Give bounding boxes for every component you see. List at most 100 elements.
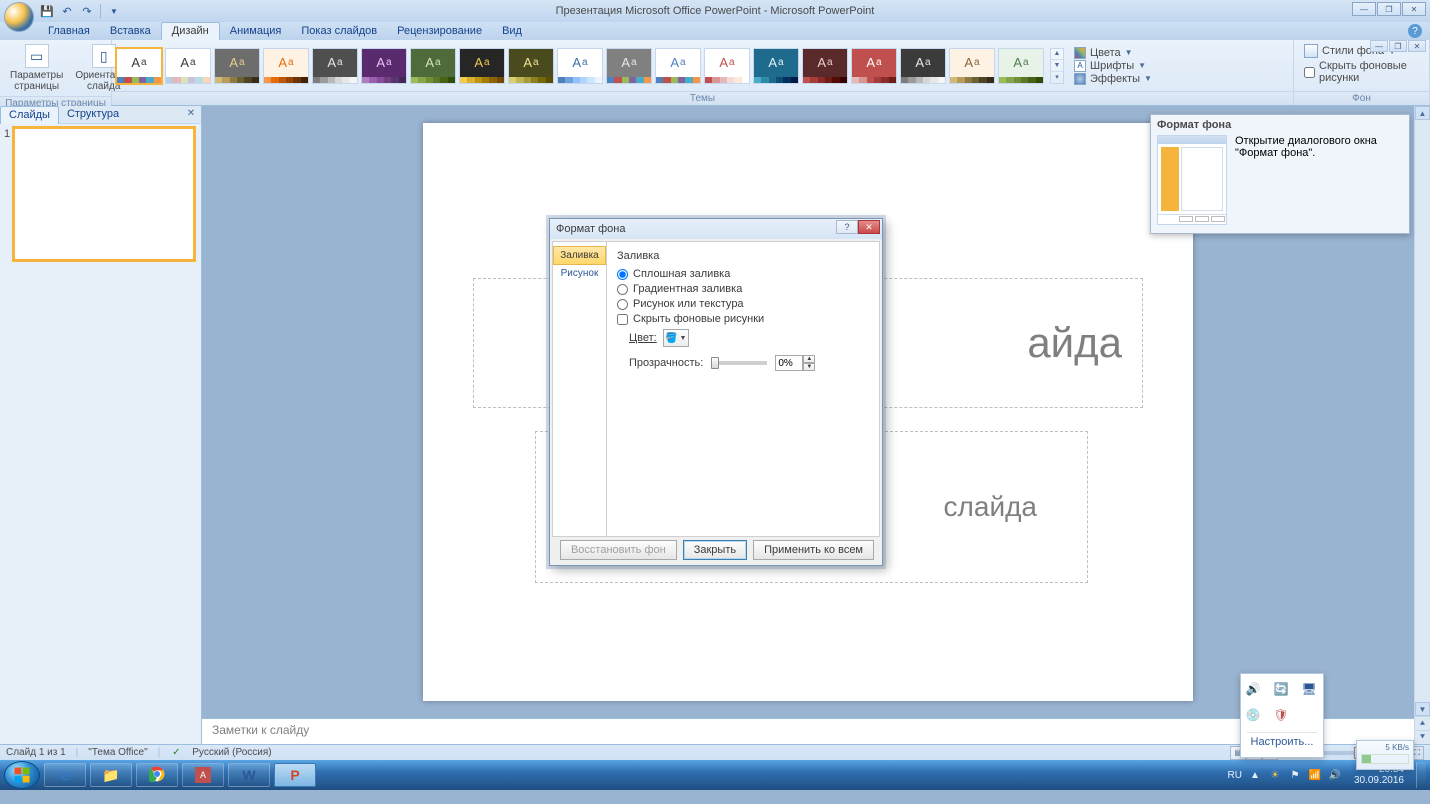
taskbar-ie[interactable]: ｅ [44, 763, 86, 787]
theme-swatch[interactable]: Aa [753, 48, 799, 84]
tray-disc-icon[interactable]: 💿 [1244, 706, 1262, 724]
start-button[interactable] [4, 761, 40, 789]
taskbar-powerpoint[interactable]: P [274, 763, 316, 787]
themes-scroll-buttons[interactable]: ▲ ▼ ▾ [1050, 48, 1064, 84]
next-slide-icon[interactable]: ⯆ [1415, 730, 1430, 744]
theme-swatch[interactable]: Aa [508, 48, 554, 84]
language-indicator[interactable]: RU [1227, 770, 1241, 781]
chk-hide[interactable] [617, 314, 628, 325]
colors-button[interactable]: Цвета ▼ [1074, 47, 1152, 59]
transparency-slider[interactable] [711, 361, 767, 365]
theme-swatch[interactable]: Aa [361, 48, 407, 84]
theme-swatch[interactable]: Aa [851, 48, 897, 84]
tab-animation[interactable]: Анимация [220, 23, 292, 40]
theme-swatch[interactable]: Aa [312, 48, 358, 84]
doc-minimize-button[interactable]: — [1370, 40, 1388, 52]
tray-vol-icon[interactable]: 🔊 [1328, 768, 1342, 782]
vertical-scrollbar[interactable]: ▲ ▼ ⯅ ⯆ [1414, 106, 1430, 744]
theme-swatch[interactable]: Aa [606, 48, 652, 84]
office-button[interactable] [4, 2, 34, 32]
theme-swatch[interactable]: Aa [116, 48, 162, 84]
tab-design[interactable]: Дизайн [161, 22, 220, 40]
taskbar-explorer[interactable]: 📁 [90, 763, 132, 787]
tray-shield-icon[interactable]: 🛡 [1272, 706, 1290, 724]
theme-swatch[interactable]: Aa [410, 48, 456, 84]
transparency-input[interactable] [775, 355, 803, 371]
spin-down-icon[interactable]: ▼ [803, 363, 815, 371]
tab-review[interactable]: Рецензирование [387, 23, 492, 40]
taskbar-chrome[interactable] [136, 763, 178, 787]
doc-close-button[interactable]: ✕ [1408, 40, 1426, 52]
radio-gradient-fill[interactable]: Градиентная заливка [617, 283, 869, 295]
spin-up-icon[interactable]: ▲ [803, 355, 815, 363]
scroll-down-icon[interactable]: ▼ [1415, 702, 1430, 716]
scroll-track[interactable] [1415, 120, 1430, 702]
spellcheck-icon[interactable]: ✓ [170, 747, 182, 759]
tab-home[interactable]: Главная [38, 23, 100, 40]
theme-swatch[interactable]: Aa [214, 48, 260, 84]
status-language[interactable]: Русский (Россия) [192, 747, 271, 758]
radio-picture-fill[interactable]: Рисунок или текстура [617, 298, 869, 310]
themes-scroll-down-icon[interactable]: ▼ [1051, 60, 1063, 72]
redo-icon[interactable]: ↷ [80, 4, 94, 18]
dialog-close-button[interactable]: ✕ [858, 220, 880, 234]
theme-swatch[interactable]: Aa [949, 48, 995, 84]
tray-sync-icon[interactable]: 🔄 [1272, 680, 1290, 698]
apply-all-button[interactable]: Применить ко всем [753, 540, 874, 560]
radio-solid-fill[interactable]: Сплошная заливка [617, 268, 869, 280]
prev-slide-icon[interactable]: ⯅ [1415, 716, 1430, 730]
hide-bg-check[interactable] [1304, 67, 1315, 78]
tray-sound-icon[interactable]: 🔊 [1244, 680, 1262, 698]
tray-sun-icon[interactable]: ☀ [1268, 768, 1282, 782]
checkbox-hide-bg[interactable]: Скрыть фоновые рисунки [617, 313, 869, 325]
panel-close-icon[interactable]: ✕ [185, 108, 197, 119]
taskbar-word[interactable]: W [228, 763, 270, 787]
tray-action-icon[interactable]: ⚑ [1288, 768, 1302, 782]
tab-view[interactable]: Вид [492, 23, 532, 40]
theme-swatch[interactable]: Aa [263, 48, 309, 84]
dialog-titlebar[interactable]: Формат фона ? ✕ [550, 219, 882, 239]
theme-swatch[interactable]: Aa [557, 48, 603, 84]
notes-pane[interactable]: Заметки к слайду [202, 718, 1414, 744]
slider-knob[interactable] [711, 357, 719, 369]
restore-button[interactable]: ❐ [1377, 2, 1401, 16]
tray-customize-link[interactable]: Настроить... [1247, 732, 1317, 751]
reset-bg-button[interactable]: Восстановить фон [560, 540, 677, 560]
category-picture[interactable]: Рисунок [553, 265, 606, 282]
save-icon[interactable]: 💾 [40, 4, 54, 18]
themes-more-icon[interactable]: ▾ [1051, 72, 1063, 83]
radio-picture[interactable] [617, 299, 628, 310]
show-desktop-button[interactable] [1416, 762, 1426, 788]
page-setup-button[interactable]: ▭ Параметры страницы [4, 42, 69, 94]
tray-device-icon[interactable]: 🖥 [1300, 680, 1318, 698]
slides-tab[interactable]: Слайды [0, 106, 59, 124]
theme-swatch[interactable]: Aa [165, 48, 211, 84]
taskbar-pdf[interactable]: A [182, 763, 224, 787]
fonts-button[interactable]: A Шрифты ▼ [1074, 60, 1152, 72]
radio-gradient[interactable] [617, 284, 628, 295]
tab-slideshow[interactable]: Показ слайдов [291, 23, 387, 40]
tray-net-icon[interactable]: 📶 [1308, 768, 1322, 782]
category-fill[interactable]: Заливка [553, 246, 606, 265]
themes-gallery[interactable]: AaAaAaAaAaAaAaAaAaAaAaAaAaAaAaAaAaAaAa [116, 48, 1044, 84]
radio-solid[interactable] [617, 269, 628, 280]
doc-restore-button[interactable]: ❐ [1389, 40, 1407, 52]
qat-dropdown-icon[interactable]: ▼ [107, 4, 121, 18]
hide-bg-checkbox[interactable]: Скрыть фоновые рисунки [1304, 60, 1419, 84]
effects-button[interactable]: Эффекты ▼ [1074, 73, 1152, 85]
outline-tab[interactable]: Структура [59, 106, 127, 123]
close-window-button[interactable]: ✕ [1402, 2, 1426, 16]
tab-insert[interactable]: Вставка [100, 23, 161, 40]
slide-thumbnail-1[interactable]: 1 [4, 128, 197, 260]
themes-scroll-up-icon[interactable]: ▲ [1051, 49, 1063, 61]
color-dropdown[interactable]: 🪣 ▼ [663, 329, 689, 347]
dialog-help-button[interactable]: ? [836, 220, 858, 234]
minimize-button[interactable]: — [1352, 2, 1376, 16]
help-icon[interactable]: ? [1408, 24, 1422, 38]
theme-swatch[interactable]: Aa [655, 48, 701, 84]
theme-swatch[interactable]: Aa [459, 48, 505, 84]
theme-swatch[interactable]: Aa [900, 48, 946, 84]
scroll-up-icon[interactable]: ▲ [1415, 106, 1430, 120]
theme-swatch[interactable]: Aa [998, 48, 1044, 84]
tray-up-icon[interactable]: ▲ [1248, 768, 1262, 782]
